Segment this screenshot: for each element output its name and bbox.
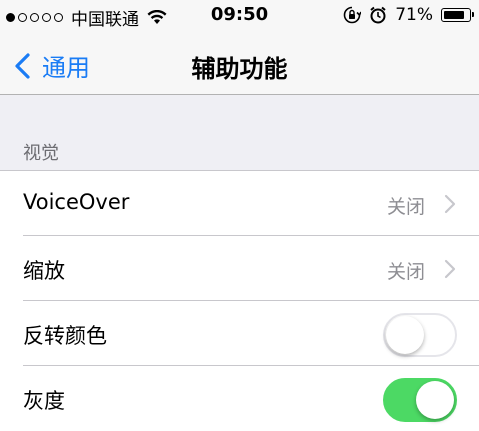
status-bar: 中国联通 09:50 71% [0, 0, 479, 34]
row-value: 关闭 [386, 196, 425, 218]
chevron-right-icon [444, 259, 456, 279]
alarm-icon [370, 6, 386, 24]
row-voiceover[interactable]: VoiceOver 关闭 [0, 171, 479, 236]
grayscale-toggle[interactable] [383, 378, 457, 422]
row-label: 灰度 [23, 389, 65, 413]
chevron-right-icon [444, 194, 456, 214]
toggle-knob [386, 316, 424, 354]
row-invert-colors: 反转颜色 [0, 301, 479, 366]
row-value: 关闭 [386, 261, 425, 283]
row-grayscale: 灰度 [0, 366, 479, 431]
page-title: 辅助功能 [191, 55, 288, 83]
battery-icon [441, 8, 474, 22]
row-zoom[interactable]: 缩放 关闭 [0, 236, 479, 301]
section-header: 视觉 [23, 143, 59, 164]
invert-colors-toggle[interactable] [383, 313, 457, 357]
row-label: 缩放 [23, 259, 65, 283]
row-label: 反转颜色 [23, 324, 107, 348]
battery-percent: 71% [395, 5, 433, 25]
battery-fill [444, 11, 464, 19]
settings-table: VoiceOver 关闭 缩放 关闭 反转颜色 灰度 [0, 170, 479, 431]
status-right: 71% [343, 5, 474, 25]
orientation-lock-icon [343, 6, 362, 24]
navigation-bar: 通用 辅助功能 [0, 34, 479, 95]
row-label: VoiceOver [23, 190, 130, 214]
toggle-knob [416, 381, 454, 419]
